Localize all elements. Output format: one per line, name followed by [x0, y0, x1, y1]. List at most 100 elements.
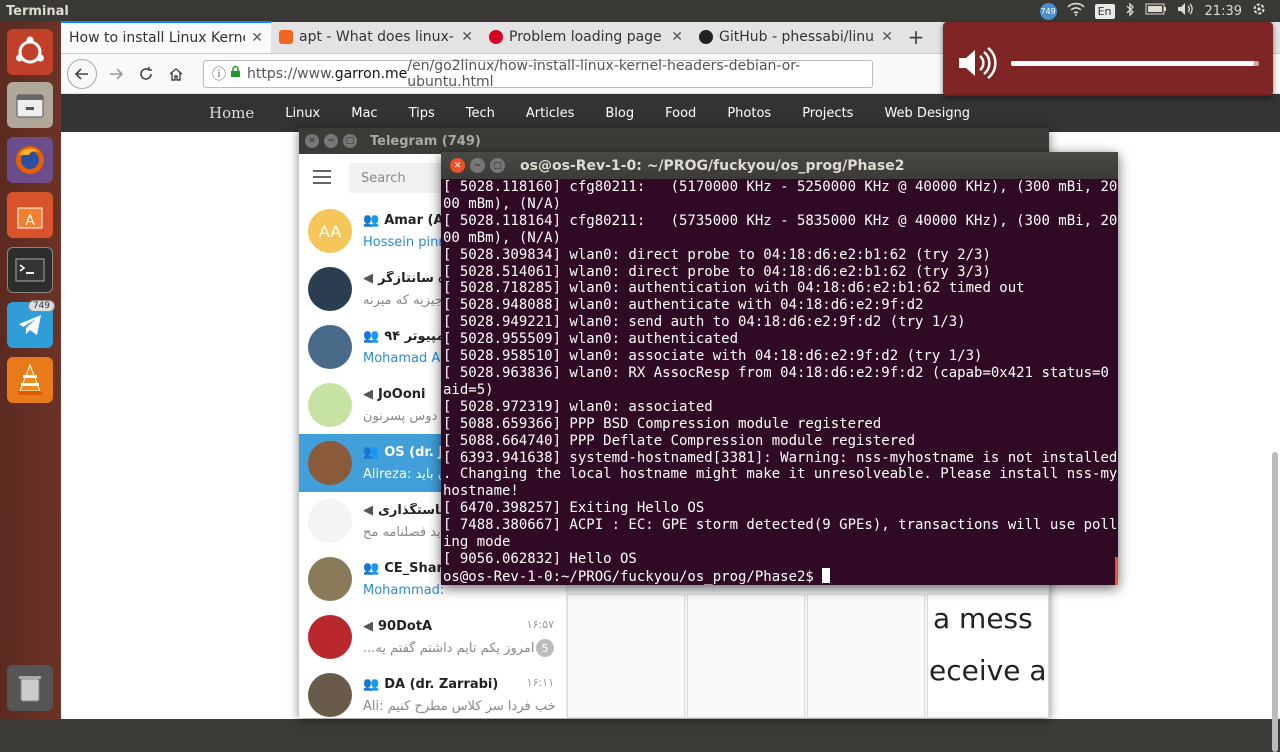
avatar: [308, 441, 352, 485]
chat-last-message: Ali: خب فردا سر کلاس مطرح کنیم: [363, 698, 556, 714]
url-path: /en/go2linux/how-install-linux-kernel-he…: [407, 57, 801, 90]
chat-name-text: سانتازگر ۞: [378, 270, 447, 286]
thumbnail-text: a mess: [933, 602, 1033, 635]
page-scrollbar[interactable]: [1272, 452, 1278, 752]
tab-github[interactable]: GitHub - phessabi/linux: ✕: [691, 21, 901, 53]
site-nav-home[interactable]: Home: [209, 104, 254, 122]
terminal-line: [ 7488.380667] ACPI : EC: GPE storm dete…: [443, 517, 1118, 534]
terminal-cursor: [822, 567, 831, 583]
terminal-line: aid=5): [443, 381, 494, 398]
site-nav-articles[interactable]: Articles: [526, 106, 574, 121]
clock[interactable]: 21:39: [1205, 4, 1242, 19]
tab-title: How to install Linux Kernel h: [69, 30, 245, 46]
chat-name-text: 90DotA: [378, 618, 433, 634]
group-icon: 👥: [363, 212, 380, 228]
battery-icon[interactable]: [1145, 3, 1167, 19]
lock-icon[interactable]: [230, 65, 241, 82]
site-nav-tech[interactable]: Tech: [466, 106, 495, 121]
site-nav-food[interactable]: Food: [665, 106, 696, 121]
chat-list-item[interactable]: 👥 DA (dr. Zarrabi) Ali: خب فردا سر کلاس مط…: [299, 666, 566, 724]
terminal-line: [ 5028.118160] cfg80211: (5170000 KHz - …: [443, 179, 1118, 195]
github-favicon-icon: [699, 30, 713, 44]
maximize-window-icon[interactable]: □: [343, 134, 357, 148]
avatar: [308, 383, 352, 427]
askubuntu-favicon-icon: [279, 30, 293, 44]
close-tab-icon[interactable]: ✕: [461, 29, 473, 45]
terminal-icon[interactable]: [7, 247, 53, 293]
telegram-window-title: Telegram (749): [370, 133, 481, 149]
power-gear-icon[interactable]: [1252, 2, 1266, 20]
close-tab-icon[interactable]: ✕: [251, 30, 263, 46]
site-nav-mac[interactable]: Mac: [351, 106, 377, 121]
tab-problem-loading[interactable]: Problem loading page ✕: [481, 21, 691, 53]
bluetooth-icon[interactable]: [1125, 1, 1135, 21]
info-icon[interactable]: ⓘ: [212, 64, 226, 84]
channel-icon: ◀: [363, 502, 373, 518]
message-thumbnail[interactable]: [687, 594, 805, 718]
message-thumbnail[interactable]: [807, 594, 925, 718]
software-center-icon[interactable]: A: [7, 192, 53, 238]
close-window-icon[interactable]: ✕: [450, 158, 465, 173]
vlc-icon[interactable]: [7, 357, 53, 403]
terminal-line: [ 5028.949221] wlan0: send auth to 04:18…: [443, 314, 966, 331]
group-icon: 👥: [363, 444, 380, 460]
chat-name-text: JoOoni: [378, 386, 426, 402]
minimize-window-icon[interactable]: −: [470, 158, 485, 173]
avatar: [308, 557, 352, 601]
trash-icon[interactable]: [7, 665, 53, 711]
url-domain: garron.me: [334, 65, 408, 82]
volume-icon[interactable]: [1177, 2, 1195, 20]
terminal-line: [ 5028.309834] wlan0: direct probe to 04…: [443, 246, 991, 263]
terminal-output[interactable]: [ 5028.118160] cfg80211: (5170000 KHz - …: [441, 179, 1118, 585]
tab-title: Problem loading page: [509, 29, 662, 45]
terminal-line: [ 5088.664740] PPP Deflate Compression m…: [443, 432, 916, 449]
site-nav-photos[interactable]: Photos: [727, 106, 771, 121]
channel-icon: ◀: [363, 270, 373, 286]
chat-name-text: باستگذاری: [378, 502, 445, 518]
volume-osd: [943, 22, 1273, 96]
terminal-line: . Changing the local hostname might make…: [443, 466, 1118, 483]
chat-list-item[interactable]: ◀ 90DotA ...امروز یکم تایم داشتم گفتم یه ۱۶…: [299, 608, 566, 666]
files-icon[interactable]: [7, 82, 53, 128]
wifi-icon[interactable]: [1067, 2, 1085, 20]
tab-askubuntu[interactable]: apt - What does linux-hea ✕: [271, 21, 481, 53]
avatar: [308, 673, 352, 717]
telegram-tray-icon[interactable]: 749: [1039, 2, 1057, 20]
site-nav-web-design[interactable]: Web Designg: [884, 106, 970, 121]
site-nav-tips[interactable]: Tips: [409, 106, 435, 121]
firefox-icon[interactable]: [7, 137, 53, 183]
site-nav-linux[interactable]: Linux: [285, 106, 320, 121]
maximize-window-icon[interactable]: □: [490, 158, 505, 173]
avatar: [308, 325, 352, 369]
avatar: [308, 267, 352, 311]
close-window-icon[interactable]: ✕: [305, 134, 319, 148]
minimize-window-icon[interactable]: −: [324, 134, 338, 148]
terminal-line: [ 5028.948088] wlan0: authenticate with …: [443, 297, 924, 314]
url-bar[interactable]: ⓘ https://www. garron.me/en/go2linux/how-…: [203, 57, 873, 90]
avatar: [308, 499, 352, 543]
message-thumbnail[interactable]: [567, 594, 685, 718]
close-tab-icon[interactable]: ✕: [671, 29, 683, 45]
hamburger-menu-icon[interactable]: [313, 168, 333, 189]
tab-title: apt - What does linux-hea: [299, 29, 455, 45]
tab-garron[interactable]: How to install Linux Kernel h ✕: [61, 21, 271, 53]
telegram-icon[interactable]: 749: [7, 300, 55, 348]
reload-button[interactable]: [131, 59, 161, 89]
terminal-line: [ 5028.955509] wlan0: authenticated: [443, 331, 739, 348]
back-button[interactable]: [67, 58, 97, 89]
avatar: [308, 615, 352, 659]
new-tab-button[interactable]: +: [901, 21, 931, 53]
close-tab-icon[interactable]: ✕: [881, 29, 893, 45]
forward-button[interactable]: [101, 59, 131, 89]
group-icon: 👥: [363, 328, 380, 344]
terminal-resize-edge[interactable]: [1115, 557, 1118, 585]
thumbnail-text: eceive a: [929, 654, 1047, 687]
home-button[interactable]: [161, 59, 191, 89]
site-nav-blog[interactable]: Blog: [605, 106, 634, 121]
top-panel: Terminal 749 En 21:39: [0, 0, 1280, 22]
keyboard-layout-indicator[interactable]: En: [1094, 3, 1115, 19]
terminal-line: hostname!: [443, 483, 519, 500]
terminal-prompt[interactable]: os@os-Rev-1-0:~/PROG/fuckyou/os_prog/Pha…: [443, 567, 1118, 585]
site-nav-projects[interactable]: Projects: [802, 106, 853, 121]
ubuntu-dash-icon[interactable]: [7, 29, 53, 75]
